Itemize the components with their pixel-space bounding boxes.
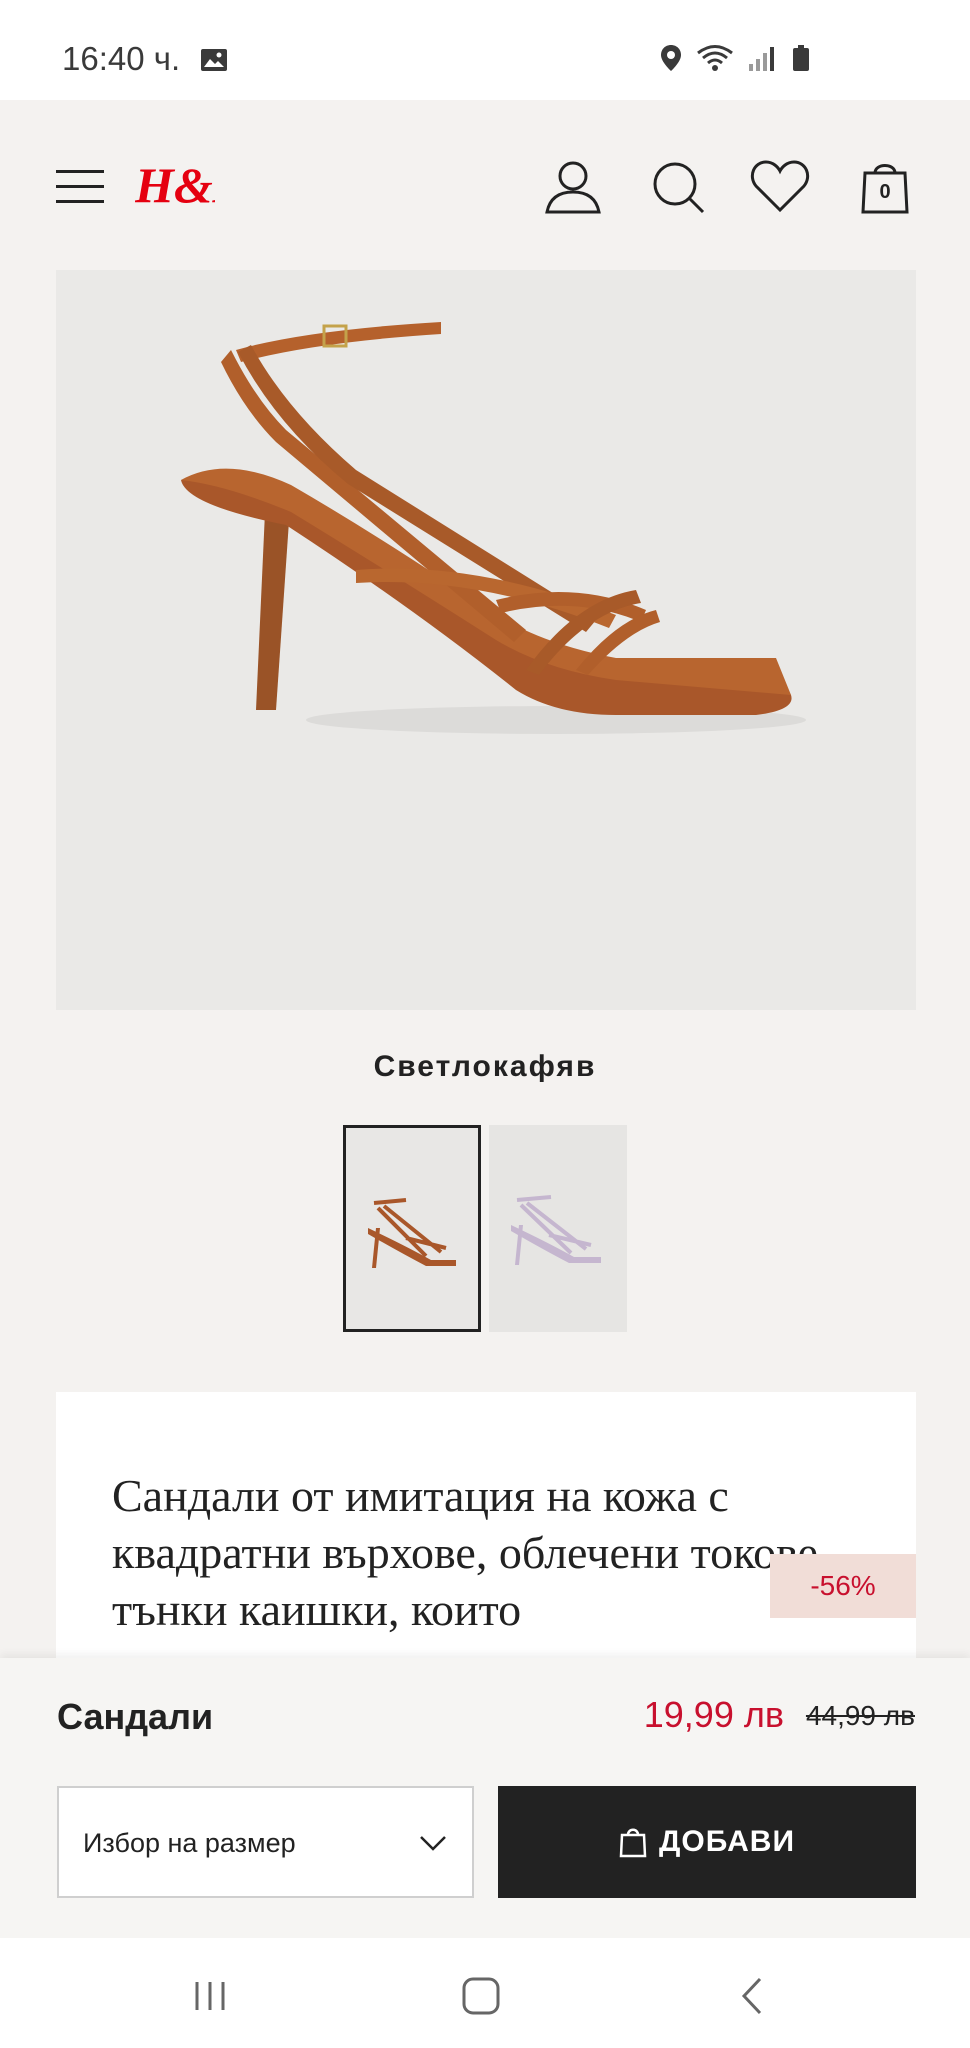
color-name: Светлокафяв [373,1050,597,1083]
wifi-icon [697,45,733,71]
price-new: 19,99 лв [643,1694,784,1735]
product-name: Сандали [57,1696,214,1737]
recent-apps-icon[interactable] [185,1974,235,2018]
heart-icon[interactable] [750,156,810,216]
bag-count: 0 [879,181,891,203]
home-icon[interactable] [456,1974,506,2018]
sandal-illustration [181,322,806,734]
chevron-down-icon [420,1836,446,1851]
thumbnail-lilac[interactable] [489,1125,627,1332]
status-time: 16:40 ч. [62,40,181,77]
battery-icon [793,45,809,71]
add-button-label: ДОБАВИ [658,1825,796,1858]
price-old: 44,99 лв [805,1700,915,1731]
product-image[interactable] [56,270,916,1010]
size-select[interactable]: Избор на размер [57,1786,474,1898]
hm-logo[interactable]: H&M [135,148,215,218]
signal-icon [749,47,774,71]
search-icon[interactable] [647,156,707,216]
location-icon [661,45,681,71]
discount-badge: -56% [770,1554,916,1618]
thumbnail-brown[interactable] [343,1125,481,1332]
size-select-label: Избор на размер [83,1828,296,1858]
account-icon[interactable] [543,156,603,216]
system-nav-bar [0,1938,970,2048]
menu-icon[interactable] [56,170,104,204]
svg-text:H&M: H&M [135,157,215,213]
status-bar: 16:40 ч. [0,0,970,100]
bag-icon [619,1828,647,1858]
product-description: Сандали от имитация на кожа с квадратни … [112,1470,830,1635]
lilac-sandal-thumb [489,1125,627,1332]
gallery-icon [201,49,227,71]
bag-button[interactable]: 0 [855,156,915,216]
purchase-bar: Сандали 19,99 лв 44,99 лв Избор на разме… [0,1658,970,1938]
brown-sandal-thumb [346,1128,478,1329]
back-icon[interactable] [728,1974,778,2018]
header: H&M 0 [0,100,970,270]
add-to-bag-button[interactable]: ДОБАВИ [498,1786,916,1898]
